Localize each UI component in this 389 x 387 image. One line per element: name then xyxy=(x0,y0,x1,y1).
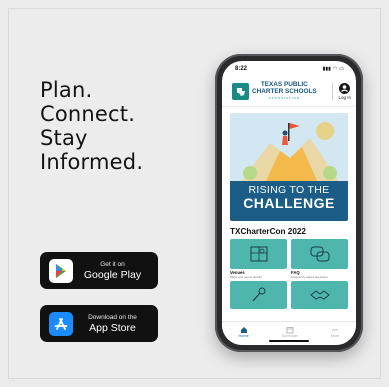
headline: Plan. Connect. Stay Informed. xyxy=(40,78,143,174)
google-play-big-text: Google Play xyxy=(83,268,142,281)
hero-banner[interactable]: RISING TO THE CHALLENGE xyxy=(230,113,348,221)
tile-faq-sub: Frequently asked questions xyxy=(291,275,328,279)
headline-line-3: Stay xyxy=(40,126,88,150)
google-play-small-text: Get it on xyxy=(100,260,125,268)
home-indicator xyxy=(269,340,309,342)
headline-line-1: Plan. xyxy=(40,78,93,102)
google-play-icon xyxy=(49,258,73,283)
hero-title-band: RISING TO THE CHALLENGE xyxy=(230,181,348,221)
microphone-icon xyxy=(230,281,287,309)
tab-schedule[interactable]: Schedule xyxy=(282,326,298,338)
status-time: 8:22 xyxy=(235,66,248,72)
logo-line-1: TEXAS PUBLIC xyxy=(260,81,308,88)
wifi-icon: ◠ xyxy=(332,66,338,72)
status-bar: 8:22 ▮▮▮ ◠ ▭ xyxy=(222,61,356,77)
tab-home[interactable]: Home xyxy=(239,326,249,338)
login-button[interactable]: Log In xyxy=(332,83,351,100)
section-title: TXCharterCon 2022 xyxy=(230,227,306,236)
logo-line-2: CHARTER SCHOOLS xyxy=(252,88,317,95)
battery-icon: ▭ xyxy=(339,66,344,72)
tab-bar: Home Schedule More xyxy=(222,321,356,345)
more-icon xyxy=(332,329,338,331)
app-store-big-text: App Store xyxy=(89,321,136,334)
texas-logo-icon xyxy=(232,83,249,100)
phone-mockup: 8:22 ▮▮▮ ◠ ▭ TEXAS PUBLIC CHARTER SCHOOL… xyxy=(215,54,363,352)
chat-bubbles-icon xyxy=(291,239,348,269)
status-icons: ▮▮▮ ◠ ▭ xyxy=(323,66,344,72)
app-store-icon xyxy=(49,311,73,336)
tile-venues[interactable]: Venues Maps and venue details xyxy=(230,239,287,279)
mountain-illustration xyxy=(240,122,340,183)
calendar-icon xyxy=(286,327,294,334)
handshake-icon xyxy=(291,281,348,309)
home-icon xyxy=(240,327,247,333)
tile-faq[interactable]: FAQ Frequently asked questions xyxy=(291,239,348,279)
app-header: TEXAS PUBLIC CHARTER SCHOOLS ASSOCIATION… xyxy=(222,77,356,107)
tab-home-label: Home xyxy=(238,334,249,338)
signal-icon: ▮▮▮ xyxy=(322,66,331,72)
map-icon xyxy=(230,239,287,269)
tile-speakers[interactable] xyxy=(230,281,287,319)
google-play-button[interactable]: Get it on Google Play xyxy=(40,252,158,289)
tile-grid: Venues Maps and venue details FAQ Freque… xyxy=(222,239,356,319)
hero-line-2: CHALLENGE xyxy=(243,195,335,211)
logo-line-3: ASSOCIATION xyxy=(268,96,300,100)
headline-line-2: Connect. xyxy=(40,102,136,126)
tile-sponsors[interactable] xyxy=(291,281,348,319)
headline-line-4: Informed. xyxy=(40,150,144,174)
app-store-small-text: Download on the xyxy=(88,313,137,321)
tab-schedule-label: Schedule xyxy=(281,334,298,338)
tpcsa-logo: TEXAS PUBLIC CHARTER SCHOOLS ASSOCIATION xyxy=(232,81,332,102)
app-store-button[interactable]: Download on the App Store xyxy=(40,305,158,342)
tile-venues-sub: Maps and venue details xyxy=(230,275,262,279)
user-icon xyxy=(339,83,351,94)
login-label: Log In xyxy=(338,95,351,100)
tab-more[interactable]: More xyxy=(330,326,340,338)
phone-screen: 8:22 ▮▮▮ ◠ ▭ TEXAS PUBLIC CHARTER SCHOOL… xyxy=(222,61,356,345)
tab-more-label: More xyxy=(330,334,340,338)
